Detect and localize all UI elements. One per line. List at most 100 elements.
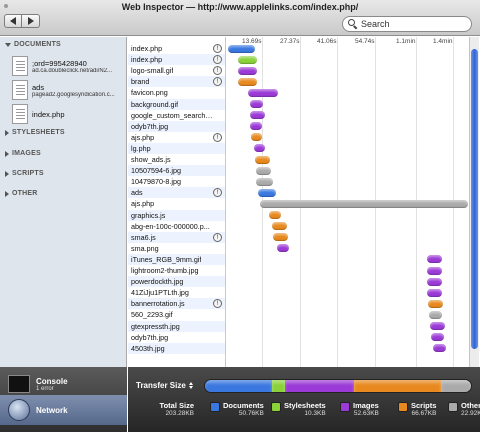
- timeline-bar[interactable]: [248, 88, 278, 97]
- resource-name: sma.png: [131, 243, 159, 253]
- transfer-segment: [353, 380, 441, 392]
- warning-icon[interactable]: !: [213, 132, 222, 142]
- resource-row[interactable]: sma6.js!: [128, 231, 225, 243]
- timeline-bar[interactable]: [250, 100, 263, 108]
- resource-name: ads: [131, 188, 143, 198]
- timeline-bar[interactable]: [428, 299, 443, 308]
- timeline-bar[interactable]: [251, 133, 262, 142]
- transfer-segment: [205, 380, 272, 392]
- resource-row[interactable]: graphics.js: [128, 209, 225, 221]
- resource-name: 4503th.jpg: [131, 343, 165, 353]
- summary-bar: Transfer Size Total Size 203.28KB Docume…: [128, 367, 480, 432]
- console-icon: [8, 375, 30, 393]
- warning-icon[interactable]: !: [213, 55, 222, 65]
- resource-row[interactable]: background.gif: [128, 98, 225, 110]
- resource-row[interactable]: lg.php: [128, 142, 225, 154]
- resource-row[interactable]: google_custom_search_...: [128, 110, 225, 121]
- scrollbar-thumb[interactable]: [471, 49, 478, 349]
- timeline-bar[interactable]: [431, 333, 444, 342]
- resource-row[interactable]: index.php!: [128, 43, 225, 54]
- timeline-bar[interactable]: [427, 255, 442, 264]
- timeline-bar[interactable]: [238, 55, 257, 64]
- resource-row[interactable]: odyb7th.jpg: [128, 120, 225, 132]
- timeline-bar[interactable]: [427, 277, 442, 286]
- sidebar-item-doubleclick-doc[interactable]: ;ord=995428940 ad.ca.doubleclick.net/adi…: [12, 55, 124, 77]
- resource-row[interactable]: bannerrotation.js!: [128, 298, 225, 310]
- sidebar-section-scripts[interactable]: SCRIPTS: [5, 170, 44, 177]
- search-input[interactable]: [361, 19, 461, 29]
- warning-icon[interactable]: !: [213, 77, 222, 87]
- timeline-bar[interactable]: [238, 66, 257, 75]
- timeline-bar[interactable]: [273, 233, 288, 242]
- sidebar-section-other[interactable]: OTHER: [5, 190, 38, 197]
- timeline-bar[interactable]: [277, 244, 289, 253]
- resource-row[interactable]: 10479870-8.jpg: [128, 176, 225, 187]
- search-field[interactable]: [342, 16, 472, 32]
- sidebar-section-stylesheets[interactable]: STYLESHEETS: [5, 129, 65, 136]
- sidebar-section-images[interactable]: IMAGES: [5, 150, 41, 157]
- resource-row[interactable]: gtexpressth.jpg: [128, 320, 225, 332]
- transfer-size-selector[interactable]: Transfer Size: [136, 381, 193, 390]
- resource-row[interactable]: lightroom2-thumb.jpg: [128, 265, 225, 276]
- timeline-bar[interactable]: [433, 344, 446, 353]
- timeline-bar[interactable]: [269, 211, 281, 219]
- resource-name: 10479870-8.jpg: [131, 177, 181, 187]
- timeline-tick-label: 13.69s: [242, 38, 262, 45]
- document-name: index.php: [32, 109, 65, 119]
- resource-row[interactable]: ajs.php: [128, 198, 225, 209]
- resource-row[interactable]: abg-en-100c-000000.p...: [128, 221, 225, 232]
- transfer-segment: [271, 380, 285, 392]
- timeline-bar[interactable]: [256, 177, 273, 186]
- warning-icon[interactable]: !: [213, 299, 222, 309]
- resource-row[interactable]: odyb7th.jpg: [128, 332, 225, 343]
- warning-icon[interactable]: !: [213, 188, 222, 198]
- timeline-bar[interactable]: [260, 199, 468, 208]
- timeline-bar[interactable]: [256, 166, 271, 175]
- timeline-graph: 13.69s 27.37s 41.06s 54.74s 1.1min 1.4min: [227, 37, 469, 367]
- timeline-bar[interactable]: [272, 222, 287, 231]
- back-button[interactable]: [4, 14, 22, 28]
- resource-row[interactable]: logo-small.gif!: [128, 65, 225, 76]
- timeline-bar[interactable]: [238, 77, 257, 86]
- resource-row[interactable]: 560_2293.gif: [128, 309, 225, 320]
- timeline-bar[interactable]: [430, 322, 445, 330]
- resource-row[interactable]: show_ads.js: [128, 154, 225, 165]
- resource-row[interactable]: favicon.png: [128, 87, 225, 98]
- resource-row[interactable]: powerdockth.jpg: [128, 276, 225, 288]
- timeline-bar[interactable]: [427, 266, 442, 275]
- resource-row[interactable]: iTunes_RGB_9mm.gif: [128, 253, 225, 265]
- forward-button[interactable]: [22, 14, 40, 28]
- timeline-bar[interactable]: [250, 111, 265, 120]
- sidebar-item-ads-doc[interactable]: ads pagead2.googlesyndication.c...: [12, 79, 124, 101]
- legend-value: 10.3KB: [304, 410, 326, 417]
- timeline-bar[interactable]: [254, 144, 265, 153]
- total-size-label: Total Size: [159, 401, 194, 410]
- resource-name: sma6.js: [131, 232, 156, 242]
- timeline-bar[interactable]: [255, 155, 270, 164]
- resource-row[interactable]: 10507594-6.jpg: [128, 165, 225, 177]
- sidebar-section-documents[interactable]: DOCUMENTS: [5, 41, 61, 48]
- warning-icon[interactable]: !: [213, 232, 222, 242]
- resource-row[interactable]: brand!: [128, 76, 225, 88]
- timeline-bar[interactable]: [427, 288, 442, 297]
- vertical-scrollbar[interactable]: [469, 37, 479, 367]
- resource-row[interactable]: 41ZiJju1PTLth.jpg: [128, 287, 225, 298]
- resource-row[interactable]: 4503th.jpg: [128, 342, 225, 354]
- timeline-tick-label: 1.1min: [396, 38, 416, 45]
- timeline-bar[interactable]: [250, 122, 262, 131]
- timeline-tick-label: 54.74s: [355, 38, 375, 45]
- timeline-bar[interactable]: [228, 44, 255, 53]
- resource-row[interactable]: index.php!: [128, 54, 225, 66]
- warning-icon[interactable]: !: [213, 44, 222, 53]
- timeline-bar[interactable]: [258, 188, 276, 197]
- timeline-bar[interactable]: [429, 310, 442, 319]
- resource-row[interactable]: ads!: [128, 187, 225, 199]
- disclosure-closed-icon: [5, 170, 9, 177]
- warning-icon[interactable]: !: [213, 66, 222, 76]
- sidebar-item-index-doc[interactable]: index.php: [12, 103, 124, 125]
- network-panel-button[interactable]: Network: [0, 395, 127, 425]
- resource-row[interactable]: ajs.php!: [128, 132, 225, 143]
- disclosure-closed-icon: [5, 190, 9, 197]
- resource-row[interactable]: sma.png: [128, 243, 225, 254]
- console-panel-button[interactable]: Console 1 error: [8, 373, 68, 395]
